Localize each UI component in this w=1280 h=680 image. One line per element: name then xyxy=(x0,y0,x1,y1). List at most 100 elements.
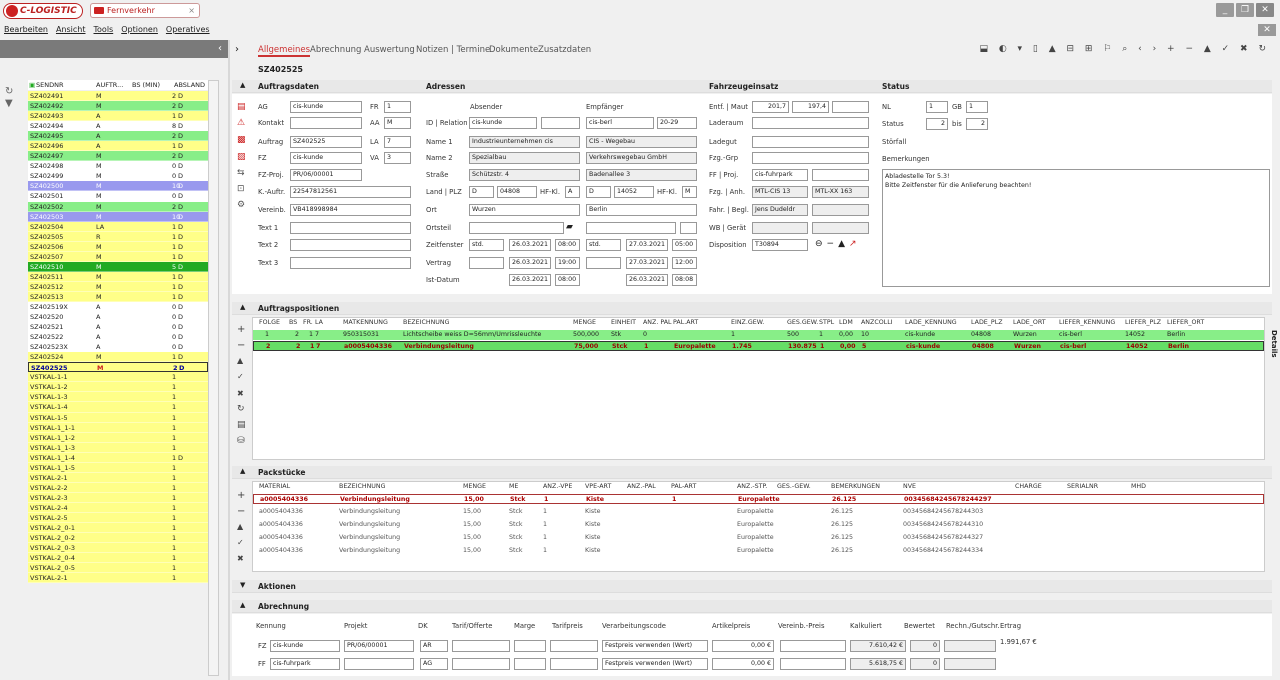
add-pack-button[interactable]: + xyxy=(237,490,245,501)
list-item[interactable]: SZ402502 M 2 D xyxy=(28,201,208,212)
table-row[interactable]: a0005404336 Verbindungsleitung 15,00 Stck 1 K… xyxy=(253,494,1264,504)
clipboard-icon[interactable]: ▤ xyxy=(237,420,246,430)
emp-vertrag-date[interactable]: 27.03.2021 xyxy=(626,257,668,269)
emp-name2-field[interactable]: Verkehrswegebau GmbH xyxy=(586,152,697,164)
list-item[interactable]: SZ402521 A 0 D xyxy=(28,322,208,333)
list-item[interactable]: VSTKAL-2_0-5 1 xyxy=(28,563,208,574)
anh-field[interactable]: MTL-XX 163 xyxy=(812,186,869,198)
col-bs[interactable]: BS (MIN) xyxy=(132,81,160,89)
checkbox-icon[interactable]: ▣ xyxy=(29,81,35,89)
menu-tools[interactable]: Tools xyxy=(94,22,114,38)
pack-confirm-icon[interactable]: ✓ xyxy=(237,538,244,547)
marge-field[interactable] xyxy=(514,640,546,652)
list-item[interactable]: SZ402523X A 0 D xyxy=(28,342,208,353)
abs-strasse-field[interactable]: Schützstr. 4 xyxy=(469,169,580,181)
list-item[interactable]: SZ402504 LA 1 D xyxy=(28,221,208,232)
table-row[interactable]: a0005404336 Verbindungsleitung 15,00 Stck 1 K… xyxy=(253,546,1264,556)
artikelpreis-field[interactable]: 0,00 € xyxy=(712,658,774,670)
ff-field[interactable]: cis-fuhrpark xyxy=(752,169,808,181)
la-field[interactable]: 7 xyxy=(384,136,411,148)
list-item[interactable]: SZ402492 M 2 D xyxy=(28,101,208,112)
emp-zf-select[interactable]: std. xyxy=(586,239,621,251)
status-to-field[interactable]: 2 xyxy=(966,118,988,130)
table-row[interactable]: a0005404336 Verbindungsleitung 15,00 Stck 1 K… xyxy=(253,507,1264,517)
positionen-col-header[interactable]: LIEFER_KENNUNG xyxy=(1059,319,1115,326)
list-item[interactable]: SZ402511 M 1 D xyxy=(28,271,208,282)
folder-icon[interactable]: ▰ xyxy=(566,222,573,232)
list-item[interactable]: VSTKAL-1-1 1 xyxy=(28,372,208,383)
collapse-icon[interactable]: ▲ xyxy=(240,601,245,609)
emp-rel-field[interactable]: 20-29 xyxy=(657,117,697,129)
abs-ist-time[interactable]: 08:00 xyxy=(555,274,580,286)
pack-col-header[interactable]: ANZ.-PAL xyxy=(627,483,656,490)
laderaum-field[interactable] xyxy=(752,117,869,129)
col-auftr[interactable]: AUFTR... xyxy=(96,81,123,89)
col-sendnr[interactable]: SENDNR xyxy=(36,81,63,89)
abs-zf-select[interactable]: std. xyxy=(469,239,504,251)
pack-col-header[interactable]: ANZ.-STP. xyxy=(737,483,767,490)
list-item[interactable]: VSTKAL-2-1 1 xyxy=(28,573,208,584)
dk-field[interactable]: AG xyxy=(420,658,448,670)
refresh-icon[interactable]: ↻ xyxy=(237,404,245,414)
abs-zf-date[interactable]: 26.03.2021 xyxy=(509,239,551,251)
section-header-aktionen[interactable]: ▼ Aktionen xyxy=(232,580,1272,593)
positionen-col-header[interactable]: BEZEICHNUNG xyxy=(403,319,450,326)
list-item[interactable]: SZ402493 A 1 D xyxy=(28,111,208,122)
list-item[interactable]: SZ402494 A 8 D xyxy=(28,121,208,132)
list-item[interactable]: SZ402520 A 0 D xyxy=(28,312,208,323)
table-row[interactable]: 2 2 1 7 a0005404336 Verbindungsleitung 75,000 S… xyxy=(253,341,1264,351)
list-item[interactable]: VSTKAL-1-3 1 xyxy=(28,392,208,403)
abs-plz-field[interactable]: 04808 xyxy=(497,186,537,198)
tab-notizen[interactable]: Notizen | Termine xyxy=(416,45,490,55)
text1-field[interactable] xyxy=(290,222,411,234)
tarif-field[interactable] xyxy=(452,658,510,670)
list-item[interactable]: SZ402491 M 2 D xyxy=(28,91,208,102)
positionen-col-header[interactable]: MENGE xyxy=(573,319,596,326)
pack-col-header[interactable]: MENGE xyxy=(463,483,486,490)
kontakt-field[interactable] xyxy=(290,117,362,129)
list-item[interactable]: VSTKAL-1-5 1 xyxy=(28,412,208,423)
status-from-field[interactable]: 2 xyxy=(926,118,948,130)
positionen-col-header[interactable]: BS xyxy=(289,319,297,326)
list-item[interactable]: VSTKAL-1_1-2 1 xyxy=(28,432,208,443)
proj-field[interactable] xyxy=(812,169,869,181)
list-item[interactable]: VSTKAL-2-4 1 xyxy=(28,502,208,513)
list-item[interactable]: VSTKAL-2-2 1 xyxy=(28,482,208,493)
dk-field[interactable]: AR xyxy=(420,640,448,652)
list-item[interactable]: SZ402503 M 10 D xyxy=(28,211,208,222)
collapse-icon[interactable]: ▲ xyxy=(240,81,245,89)
emp-vertrag-select[interactable] xyxy=(586,257,621,269)
list-item[interactable]: VSTKAL-2_0-3 1 xyxy=(28,543,208,554)
positionen-col-header[interactable]: EINZ.GEW. xyxy=(731,319,764,326)
move-up-icon[interactable]: ▲ xyxy=(237,356,243,365)
list-item[interactable]: VSTKAL-1_1-3 1 xyxy=(28,442,208,453)
tab-allgemeines[interactable]: Allgemeines xyxy=(258,45,311,57)
tab-auswertung[interactable]: Auswertung xyxy=(364,45,415,55)
database-icon[interactable]: ⛁ xyxy=(237,436,245,446)
collapse-left-button[interactable]: ‹ xyxy=(0,40,228,58)
emp-id-field[interactable]: cis-berl xyxy=(586,117,654,129)
list-item[interactable]: VSTKAL-1-4 1 xyxy=(28,402,208,413)
tarifpreis-field[interactable] xyxy=(550,658,598,670)
wb-field[interactable] xyxy=(752,222,808,234)
close-tab-icon[interactable]: × xyxy=(188,4,195,17)
emp-ort-field[interactable]: Berlin xyxy=(586,204,697,216)
emp-plz-field[interactable]: 14052 xyxy=(614,186,654,198)
pack-col-header[interactable]: NVE xyxy=(903,483,916,490)
abs-vertrag-time[interactable]: 19:00 xyxy=(555,257,580,269)
menu-ansicht[interactable]: Ansicht xyxy=(56,22,86,38)
vereinb-field[interactable]: VB418998984 xyxy=(290,204,411,216)
abs-name1-field[interactable]: Industrieunternehmen cis xyxy=(469,136,580,148)
pack-cancel-icon[interactable]: ✖ xyxy=(237,554,244,563)
list-item[interactable]: SZ402522 A 0 D xyxy=(28,332,208,343)
abs-land-field[interactable]: D xyxy=(469,186,494,198)
pack-col-header[interactable]: BEMERKUNGEN xyxy=(831,483,880,490)
text3-field[interactable] xyxy=(290,257,411,269)
pack-move-up-icon[interactable]: ▲ xyxy=(237,522,243,531)
list-item[interactable]: SZ402512 M 1 D xyxy=(28,281,208,292)
ag-field[interactable]: cis-kunde xyxy=(290,101,362,113)
table-row[interactable]: a0005404336 Verbindungsleitung 15,00 Stck 1 K… xyxy=(253,533,1264,543)
emp-name1-field[interactable]: CIS - Wegebau xyxy=(586,136,697,148)
tab-abrechnung[interactable]: Abrechnung xyxy=(310,45,361,55)
emp-zf-time[interactable]: 05:00 xyxy=(672,239,697,251)
